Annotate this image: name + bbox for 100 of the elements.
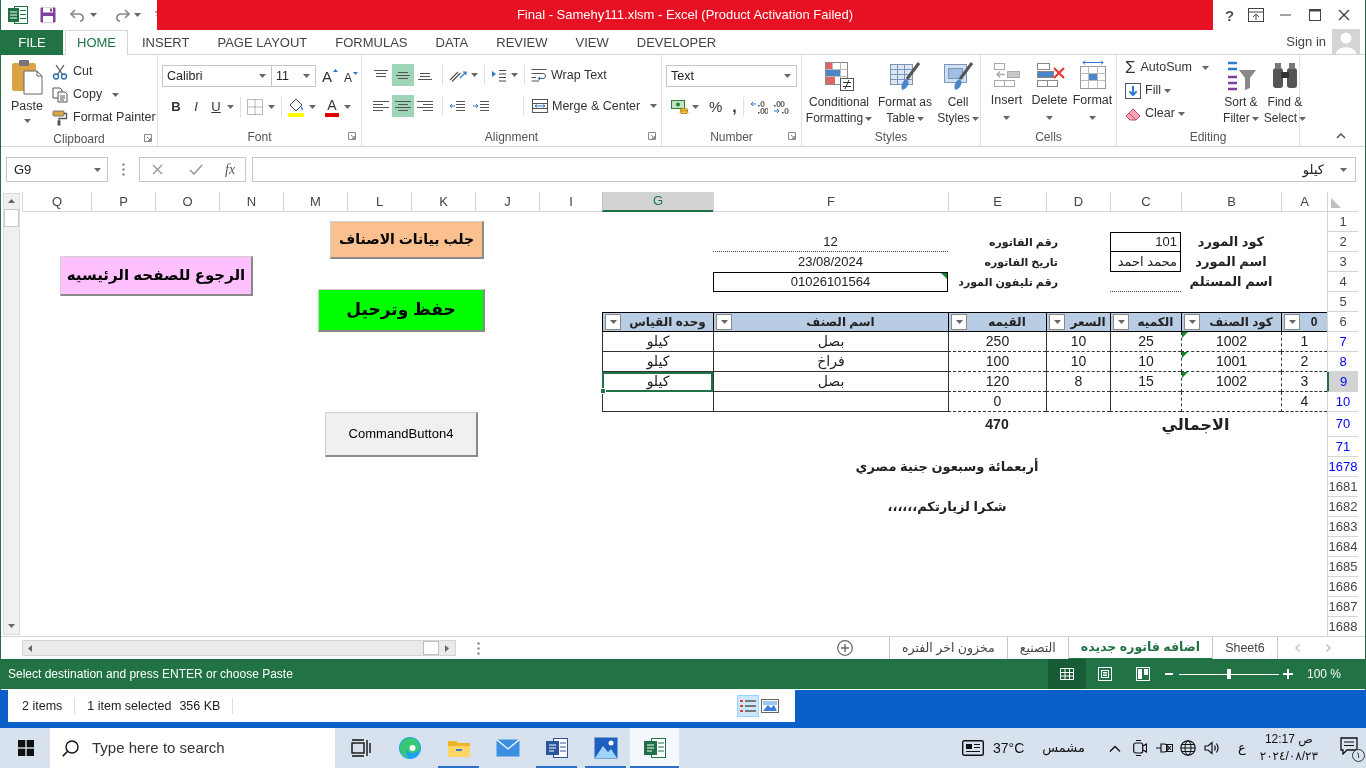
filter-button[interactable]	[951, 314, 967, 330]
text-direction-icon[interactable]	[491, 68, 507, 82]
scroll-thumb[interactable]	[4, 209, 19, 227]
format-cells-button[interactable]: Format	[1071, 55, 1114, 127]
ribbon-tab[interactable]: DATA	[421, 30, 483, 55]
dialog-launcher-icon[interactable]	[144, 134, 152, 142]
close-icon[interactable]	[1338, 9, 1351, 21]
camera-icon[interactable]	[1132, 740, 1147, 756]
search-field[interactable]: Type here to search	[50, 728, 335, 768]
bold-button[interactable]: B	[167, 97, 185, 117]
insert-cells-button[interactable]: Insert	[985, 55, 1028, 127]
row-header[interactable]: 9	[1327, 372, 1358, 392]
dialog-launcher-icon[interactable]	[648, 132, 656, 140]
row-header[interactable]: 1684	[1327, 537, 1358, 557]
ribbon-tab[interactable]: FORMULAS	[321, 30, 422, 55]
scroll-right-icon[interactable]	[445, 644, 449, 652]
column-header[interactable]: L	[347, 192, 411, 212]
cell-styles-button[interactable]: Cell Styles	[935, 55, 981, 127]
power-plug-icon[interactable]	[1154, 741, 1173, 755]
command-button[interactable]: الرجوع للصفحه الرئيسيه	[60, 256, 253, 296]
column-header[interactable]: B	[1181, 192, 1281, 212]
increase-decimal-icon[interactable]	[749, 100, 768, 114]
input-language[interactable]: ع	[1237, 738, 1246, 758]
conditional-formatting-button[interactable]: Conditional Formatting	[803, 55, 875, 127]
clear-button[interactable]: Clear	[1125, 102, 1209, 125]
font-color-button[interactable]: A	[325, 97, 339, 117]
font-size-field[interactable]: 11	[272, 65, 316, 87]
column-header[interactable]: E	[948, 192, 1046, 212]
autosum-button[interactable]: Σ AutoSum	[1125, 56, 1209, 79]
new-sheet-icon[interactable]	[837, 640, 853, 656]
minimize-icon[interactable]	[1280, 14, 1292, 16]
align-middle-button[interactable]	[392, 64, 414, 86]
row-header[interactable]: 1683	[1327, 517, 1358, 537]
row-header[interactable]: 71	[1327, 437, 1358, 457]
decrease-indent-icon[interactable]	[449, 100, 465, 112]
fill-button[interactable]: Fill	[1125, 79, 1209, 102]
paste-button[interactable]: Paste	[7, 59, 47, 129]
format-as-table-button[interactable]: Format as Table	[875, 55, 935, 127]
scroll-up-icon[interactable]	[8, 199, 15, 203]
fill-color-button[interactable]	[288, 97, 304, 117]
format-painter-button[interactable]: Format Painter	[52, 106, 156, 129]
merge-center-button[interactable]: Merge & Center	[532, 96, 658, 116]
row-header[interactable]: 2	[1327, 232, 1358, 252]
column-header[interactable]: Q	[22, 192, 91, 212]
row-header[interactable]: 70	[1327, 412, 1358, 437]
column-header[interactable]: O	[155, 192, 219, 212]
row-header[interactable]: 1682	[1327, 497, 1358, 517]
column-header[interactable]: A	[1281, 192, 1327, 212]
percent-button[interactable]: %	[709, 95, 723, 119]
expand-caret-icon[interactable]	[1340, 167, 1347, 172]
row-header[interactable]: 1686	[1327, 577, 1358, 597]
column-header[interactable]: M	[283, 192, 347, 212]
normal-view-button[interactable]	[1047, 659, 1086, 689]
sheet-tab[interactable]: اضافه فاتوره جديده	[1067, 636, 1213, 660]
maximize-icon[interactable]	[1309, 9, 1322, 21]
speaker-icon[interactable]	[1203, 741, 1220, 755]
help-button[interactable]: ?	[1225, 7, 1235, 23]
column-header[interactable]: K	[411, 192, 475, 212]
ribbon-tab[interactable]: DEVELOPER	[622, 30, 731, 55]
column-header[interactable]: D	[1046, 192, 1110, 212]
number-format-field[interactable]: Text	[666, 65, 797, 87]
insert-function-button[interactable]: fx	[225, 159, 236, 180]
increase-indent-icon[interactable]	[473, 100, 489, 112]
filter-button[interactable]	[605, 314, 621, 330]
clock-time[interactable]: 12:17 ص	[1264, 731, 1313, 748]
row-header[interactable]: 5	[1327, 292, 1358, 312]
zoom-in-icon[interactable]	[1282, 669, 1293, 679]
chevron-up-icon[interactable]	[1108, 744, 1121, 752]
filter-button[interactable]	[1284, 314, 1300, 330]
align-center-button[interactable]	[392, 95, 414, 117]
delete-cells-button[interactable]: Delete	[1028, 55, 1071, 127]
filter-button[interactable]	[1184, 314, 1200, 330]
comma-button[interactable]: ,	[732, 99, 737, 115]
row-header[interactable]: 1688	[1327, 617, 1358, 636]
row-header[interactable]: 1681	[1327, 477, 1358, 497]
formula-input[interactable]: كيلو	[252, 157, 1356, 182]
enter-icon[interactable]	[189, 164, 203, 175]
scroll-left-icon[interactable]	[28, 644, 32, 652]
column-header[interactable]: F	[713, 192, 948, 212]
windows-logo-icon[interactable]	[18, 740, 34, 756]
zoom-level[interactable]: 100 %	[1306, 665, 1341, 683]
copy-button[interactable]: Copy	[52, 83, 156, 106]
row-header[interactable]: 7	[1327, 332, 1358, 352]
row-header[interactable]: 1	[1327, 212, 1358, 232]
horizontal-scrollbar[interactable]	[22, 640, 456, 656]
grow-font-button[interactable]: A	[322, 68, 338, 84]
file-tab[interactable]: FILE	[1, 30, 63, 55]
money-icon[interactable]	[671, 100, 689, 114]
find-select-button[interactable]: Find & Select	[1262, 55, 1307, 127]
redo-icon[interactable]	[114, 8, 130, 22]
details-view-button[interactable]	[737, 695, 759, 717]
decrease-decimal-icon[interactable]	[772, 100, 791, 114]
clock-date[interactable]: ٢٠٢٤/٠٨/٢٣	[1259, 748, 1318, 765]
save-icon[interactable]	[40, 7, 56, 23]
row-header[interactable]: 4	[1327, 272, 1358, 292]
font-name-field[interactable]: Calibri	[162, 65, 272, 87]
dialog-launcher-icon[interactable]	[788, 132, 796, 140]
spreadsheet-logo-icon[interactable]	[8, 5, 28, 25]
column-header[interactable]: C	[1110, 192, 1181, 212]
row-header[interactable]: 1687	[1327, 597, 1358, 617]
